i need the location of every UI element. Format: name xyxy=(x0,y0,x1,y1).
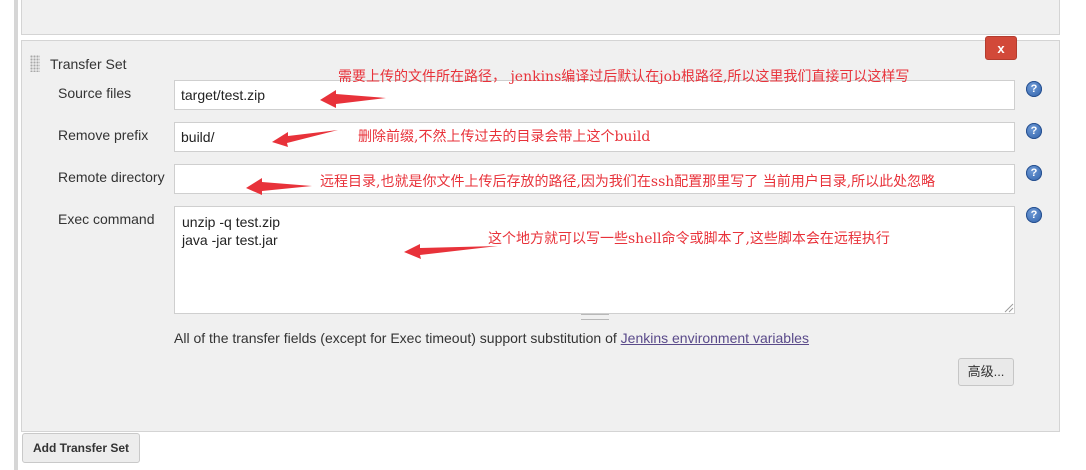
delete-transfer-set-button[interactable]: x xyxy=(985,36,1017,60)
resize-grip-icon[interactable] xyxy=(1004,303,1014,313)
textarea-resize-handle[interactable] xyxy=(581,314,609,320)
previous-panel xyxy=(21,0,1060,35)
exec-command-textarea[interactable]: unzip -q test.zip java -jar test.jar xyxy=(174,206,1015,314)
annotation-exec-command: 这个地方就可以写一些shell命令或脚本了,这些脚本会在远程执行 xyxy=(488,231,890,247)
section-divider xyxy=(14,0,18,470)
substitution-hint: All of the transfer fields (except for E… xyxy=(174,330,809,346)
drag-handle-icon[interactable] xyxy=(30,55,40,72)
source-files-label: Source files xyxy=(58,85,132,101)
jenkins-env-vars-link[interactable]: Jenkins environment variables xyxy=(621,330,809,346)
remote-directory-help-icon[interactable]: ? xyxy=(1026,165,1042,181)
annotation-source-files: 需要上传的文件所在路径， jenkins编译过后默认在job根路径,所以这里我们… xyxy=(338,69,910,85)
annotation-remove-prefix: 删除前缀,不然上传过去的目录会带上这个build xyxy=(358,129,651,145)
annotation-remote-directory: 远程目录,也就是你文件上传后存放的路径,因为我们在ssh配置那里写了 当前用户目… xyxy=(320,174,936,190)
substitution-hint-text: All of the transfer fields (except for E… xyxy=(174,330,621,346)
add-transfer-set-button[interactable]: Add Transfer Set xyxy=(22,433,140,463)
remove-prefix-label: Remove prefix xyxy=(58,127,149,143)
transfer-set-title: Transfer Set xyxy=(50,56,127,72)
exec-command-label: Exec command xyxy=(58,211,155,227)
remove-prefix-help-icon[interactable]: ? xyxy=(1026,123,1042,139)
exec-command-help-icon[interactable]: ? xyxy=(1026,207,1042,223)
page-margin xyxy=(0,0,14,470)
remote-directory-label: Remote directory xyxy=(58,169,165,185)
source-files-help-icon[interactable]: ? xyxy=(1026,81,1042,97)
advanced-button[interactable]: 高级... xyxy=(958,358,1014,386)
